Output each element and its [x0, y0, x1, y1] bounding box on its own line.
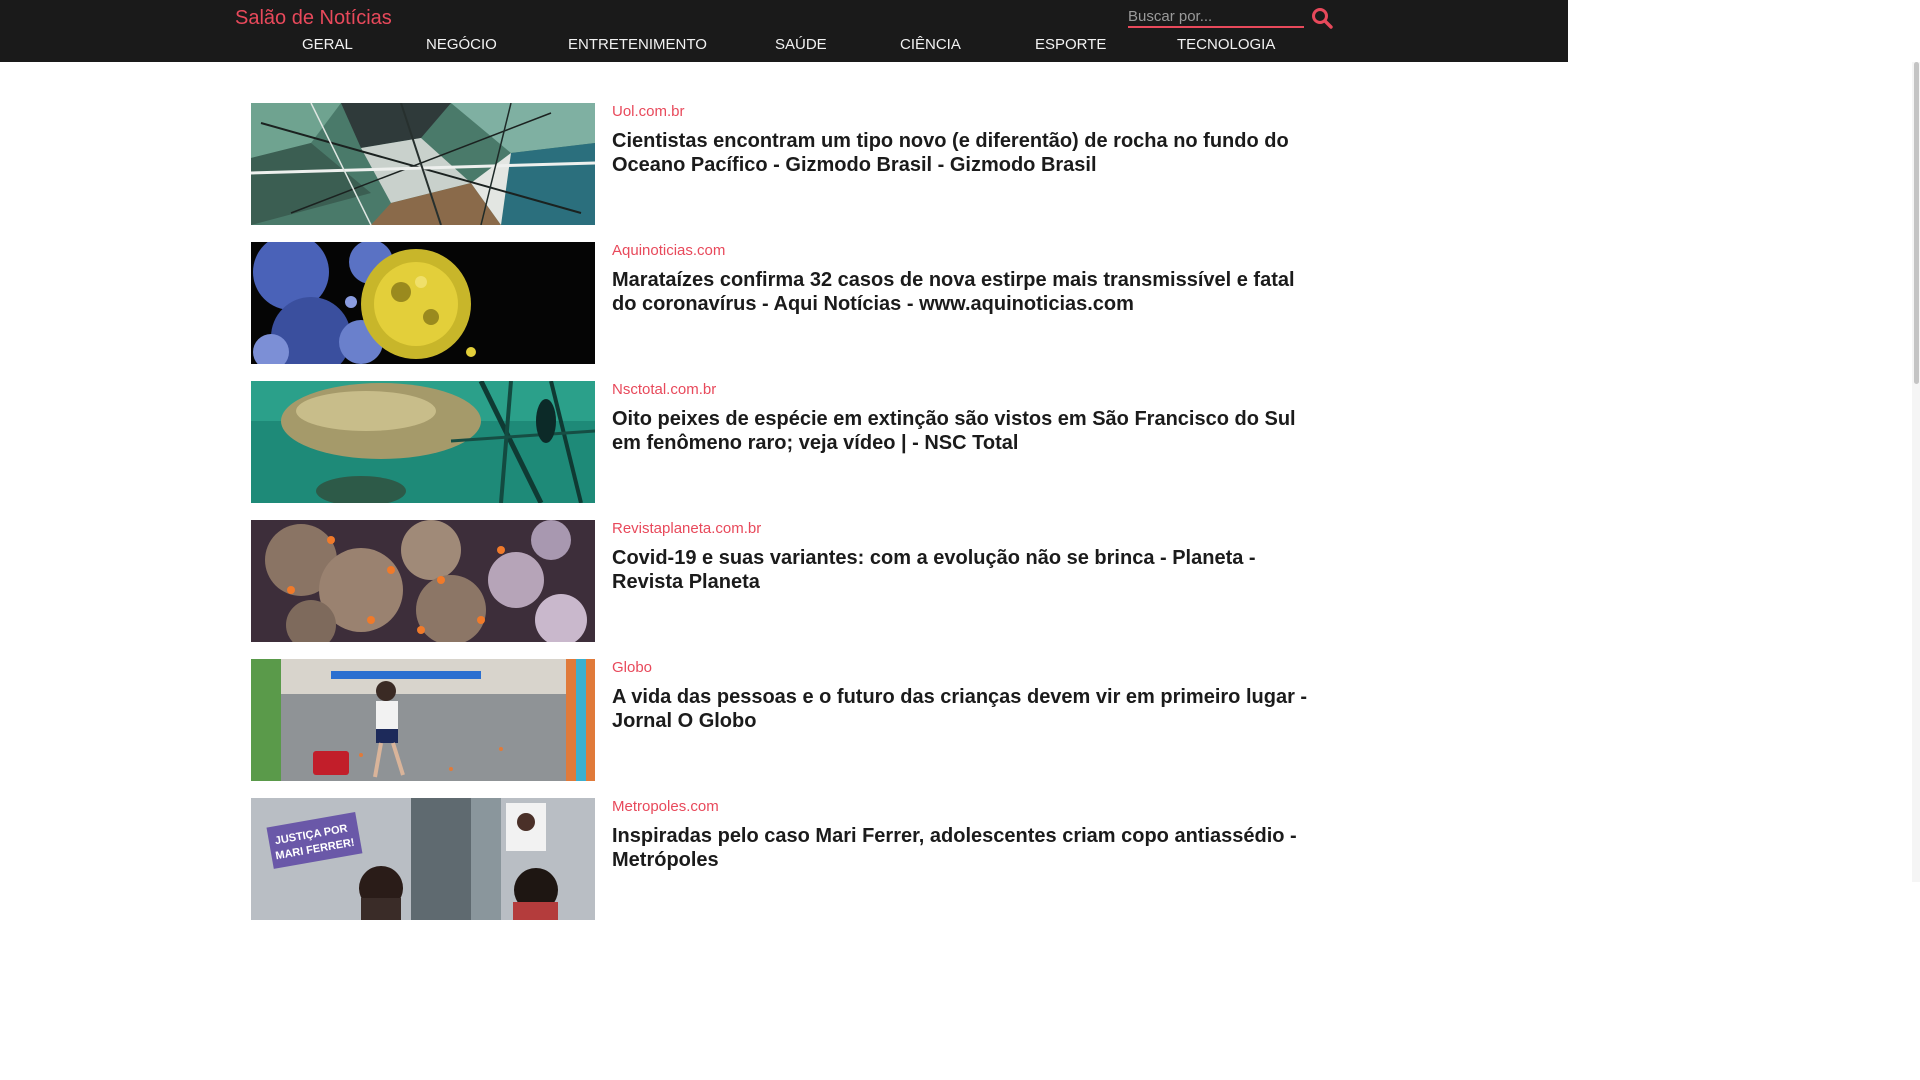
site-logo[interactable]: Salão de Notícias: [235, 7, 392, 30]
article-image-school[interactable]: [251, 659, 595, 781]
news-card[interactable]: Uol.com.br Cientistas encontram um tipo …: [251, 103, 1321, 242]
article-source[interactable]: Metropoles.com: [612, 798, 719, 815]
nav-item-ciencia[interactable]: CIÊNCIA: [900, 36, 961, 53]
article-source[interactable]: Nsctotal.com.br: [612, 381, 716, 398]
nav-item-esporte[interactable]: ESPORTE: [1035, 36, 1106, 53]
search-button[interactable]: [1311, 7, 1333, 29]
news-feed: Uol.com.br Cientistas encontram um tipo …: [251, 103, 1321, 937]
article-source[interactable]: Aquinoticias.com: [612, 242, 725, 259]
news-card[interactable]: Nsctotal.com.br Oito peixes de espécie e…: [251, 381, 1321, 520]
scrollbar-thumb[interactable]: [1914, 62, 1919, 384]
nav-item-geral[interactable]: GERAL: [302, 36, 353, 53]
nav-item-entretenimento[interactable]: ENTRETENIMENTO: [568, 36, 707, 53]
article-image-virus[interactable]: [251, 242, 595, 364]
article-headline[interactable]: Oito peixes de espécie em extinção são v…: [612, 407, 1317, 455]
search-input[interactable]: [1128, 6, 1304, 26]
search-icon: [1312, 8, 1333, 29]
news-card[interactable]: Revistaplaneta.com.br Covid-19 e suas va…: [251, 520, 1321, 659]
article-headline[interactable]: Covid-19 e suas variantes: com a evoluçã…: [612, 546, 1317, 594]
article-headline[interactable]: Marataízes confirma 32 casos de nova est…: [612, 268, 1317, 316]
article-image-rock[interactable]: [251, 103, 595, 225]
news-card[interactable]: Aquinoticias.com Marataízes confirma 32 …: [251, 242, 1321, 381]
article-image-cells[interactable]: [251, 520, 595, 642]
news-card[interactable]: Globo A vida das pessoas e o futuro das …: [251, 659, 1321, 798]
top-navigation-bar: Salão de Notícias GERAL NEGÓCIO ENTRETEN…: [0, 0, 1568, 62]
article-image-protest[interactable]: JUSTIÇA POR MARI FERRER!: [251, 798, 595, 920]
article-headline[interactable]: Inspiradas pelo caso Mari Ferrer, adoles…: [612, 824, 1317, 872]
article-source[interactable]: Uol.com.br: [612, 103, 685, 120]
article-source[interactable]: Revistaplaneta.com.br: [612, 520, 761, 537]
search-box: [1128, 6, 1304, 28]
news-card[interactable]: JUSTIÇA POR MARI FERRER! Metropoles.com …: [251, 798, 1321, 937]
article-headline[interactable]: Cientistas encontram um tipo novo (e dif…: [612, 129, 1317, 177]
category-nav: GERAL NEGÓCIO ENTRETENIMENTO SAÚDE CIÊNC…: [0, 36, 1568, 56]
nav-item-tecnologia[interactable]: TECNOLOGIA: [1177, 36, 1275, 53]
article-image-underwater[interactable]: [251, 381, 595, 503]
article-source[interactable]: Globo: [612, 659, 652, 676]
nav-item-negocio[interactable]: NEGÓCIO: [426, 36, 497, 53]
article-headline[interactable]: A vida das pessoas e o futuro das crianç…: [612, 685, 1317, 733]
nav-item-saude[interactable]: SAÚDE: [775, 36, 827, 53]
